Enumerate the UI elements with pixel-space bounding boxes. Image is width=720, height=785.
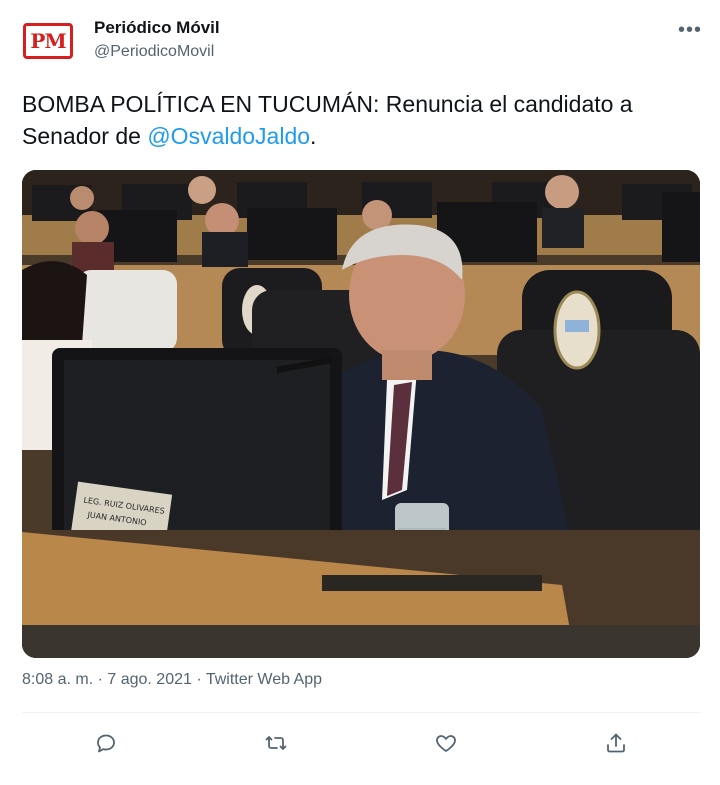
share-icon <box>607 733 625 753</box>
avatar[interactable]: PM <box>22 18 74 64</box>
tweet-timestamp[interactable]: 8:08 a. m. · 7 ago. 2021 · Twitter Web A… <box>22 671 322 689</box>
retweet-button[interactable] <box>259 726 293 760</box>
reply-icon <box>97 734 115 753</box>
tweet-text: BOMBA POLÍTICA EN TUCUMÁN: Renuncia el c… <box>22 88 692 152</box>
tweet-card: PM Periódico Móvil @PeriodicoMovil ••• B… <box>0 0 720 785</box>
reply-button[interactable] <box>89 726 123 760</box>
heart-icon <box>436 735 456 752</box>
logo-text: PM <box>30 29 66 53</box>
divider <box>22 712 700 713</box>
like-button[interactable] <box>429 726 463 760</box>
mention-link[interactable]: @OsvaldoJaldo <box>147 123 310 149</box>
senate-chamber-photo: LEG. RUIZ OLIVARES JUAN ANTONIO <box>22 170 700 658</box>
username-handle[interactable]: @PeriodicoMovil <box>94 43 214 61</box>
display-name[interactable]: Periódico Móvil <box>94 18 220 38</box>
more-options-icon[interactable]: ••• <box>676 16 704 44</box>
tweet-text-body: BOMBA POLÍTICA EN TUCUMÁN: Renuncia el c… <box>22 91 633 149</box>
share-button[interactable] <box>599 726 633 760</box>
periodico-movil-logo: PM <box>23 23 73 59</box>
tweet-text-end: . <box>310 123 317 149</box>
retweet-icon <box>265 736 287 750</box>
tweet-photo[interactable]: LEG. RUIZ OLIVARES JUAN ANTONIO <box>22 170 700 658</box>
